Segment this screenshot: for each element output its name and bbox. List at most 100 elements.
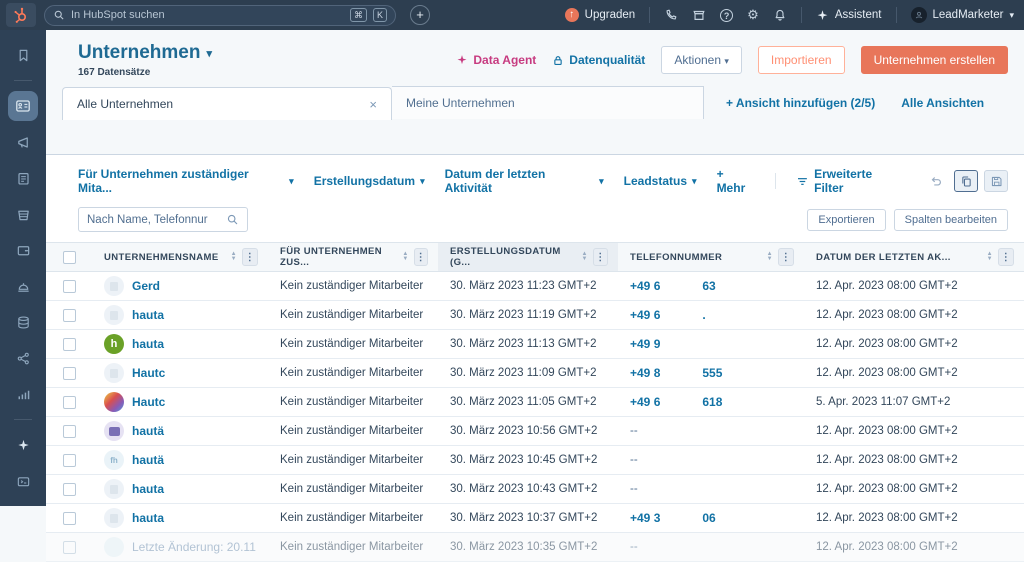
sort-icon[interactable]: ▲▼: [581, 252, 587, 262]
sidebar-item-service[interactable]: [8, 271, 38, 301]
filter-lead-status[interactable]: Leadstatus ▾: [624, 174, 697, 188]
sort-icon[interactable]: ▲▼: [402, 252, 408, 262]
filter-owner[interactable]: Für Unternehmen zuständiger Mita... ▾: [78, 167, 294, 195]
user-menu[interactable]: LeadMarketer ▾: [911, 7, 1015, 23]
phone-link[interactable]: +49 9: [630, 337, 660, 351]
column-menu-icon[interactable]: ⋮: [414, 248, 428, 266]
data-quality-button[interactable]: Datenqualität: [552, 53, 645, 67]
help-button[interactable]: ?: [720, 9, 733, 22]
row-checkbox[interactable]: [63, 483, 76, 496]
tab-meine-unternehmen[interactable]: Meine Unternehmen: [392, 86, 704, 119]
phone-link[interactable]: +49 6: [630, 308, 660, 322]
column-header-created[interactable]: ERSTELLUNGSDATUM (G... ▲▼ ⋮: [438, 243, 618, 271]
phone-link[interactable]: +49 8: [630, 366, 660, 380]
select-all-checkbox[interactable]: [63, 251, 76, 264]
row-checkbox[interactable]: [63, 338, 76, 351]
notifications-button[interactable]: [773, 8, 787, 22]
calling-button[interactable]: [664, 8, 678, 22]
data-agent-button[interactable]: Data Agent: [456, 53, 536, 67]
marketplace-button[interactable]: [692, 8, 706, 22]
save-view-button[interactable]: [984, 170, 1008, 192]
copy-view-button[interactable]: [954, 170, 978, 192]
column-header-name[interactable]: UNTERNEHMENSNAME ▲▼ ⋮: [92, 243, 268, 271]
column-menu-icon[interactable]: ⋮: [242, 248, 258, 266]
created-cell: 30. März 2023 11:19 GMT+2: [438, 309, 618, 321]
column-header-phone[interactable]: TELEFONNUMMER ▲▼ ⋮: [618, 243, 804, 271]
column-header-owner[interactable]: FÜR UNTERNEHMEN ZUS... ▲▼ ⋮: [268, 243, 438, 271]
phone-link[interactable]: 555: [702, 366, 722, 380]
close-icon[interactable]: ×: [369, 97, 377, 112]
global-search-input[interactable]: [71, 9, 344, 21]
company-name-link[interactable]: Gerd: [132, 279, 160, 293]
company-name-link[interactable]: Hautc: [132, 395, 165, 409]
quick-create-button[interactable]: +: [410, 5, 430, 25]
sidebar-item-automations[interactable]: [8, 235, 38, 265]
company-name-link[interactable]: hauta: [132, 482, 164, 496]
undo-button[interactable]: [924, 170, 948, 192]
sort-icon[interactable]: ▲▼: [767, 252, 773, 262]
sort-icon[interactable]: ▲▼: [987, 252, 993, 262]
table-search[interactable]: [78, 207, 248, 232]
company-name-link[interactable]: hautä: [132, 424, 164, 438]
filter-create-date[interactable]: Erstellungsdatum ▾: [314, 174, 425, 188]
edit-columns-button[interactable]: Spalten bearbeiten: [894, 209, 1008, 231]
caret-down-icon: ▾: [724, 56, 729, 66]
sidebar-item-workspace[interactable]: [8, 466, 38, 496]
company-name-link[interactable]: hauta: [132, 511, 164, 525]
row-checkbox[interactable]: [63, 280, 76, 293]
row-checkbox[interactable]: [63, 454, 76, 467]
all-views-link[interactable]: Alle Ansichten: [901, 96, 984, 110]
global-search[interactable]: ⌘ K: [44, 5, 396, 26]
sidebar-item-marketing[interactable]: [8, 127, 38, 157]
company-name-link[interactable]: Hautc: [132, 366, 165, 380]
sort-icon[interactable]: ▲▼: [231, 252, 237, 262]
column-header-last-activity[interactable]: DATUM DER LETZTEN AK... ▲▼ ⋮: [804, 243, 1024, 271]
column-menu-icon[interactable]: ⋮: [778, 248, 794, 266]
tab-alle-unternehmen[interactable]: Alle Unternehmen ×: [62, 87, 392, 120]
sidebar-item-integrations[interactable]: [8, 343, 38, 373]
row-checkbox[interactable]: [63, 367, 76, 380]
sidebar-item-crm[interactable]: [8, 91, 38, 121]
phone-link[interactable]: +49 3: [630, 511, 660, 525]
company-name-link[interactable]: hautä: [132, 453, 164, 467]
caret-down-icon: ▾: [1009, 10, 1014, 21]
table-search-input[interactable]: [87, 214, 226, 226]
phone-link[interactable]: 618: [702, 395, 722, 409]
column-menu-icon[interactable]: ⋮: [593, 248, 608, 266]
sidebar-item-commerce[interactable]: [8, 199, 38, 229]
row-checkbox[interactable]: [63, 425, 76, 438]
assistant-button[interactable]: Assistent: [816, 9, 882, 22]
company-name-link[interactable]: hauta: [132, 337, 164, 351]
row-checkbox[interactable]: [63, 396, 76, 409]
phone-link[interactable]: 63: [702, 279, 715, 293]
page-title[interactable]: Unternehmen ▾: [78, 42, 212, 64]
row-checkbox[interactable]: [63, 309, 76, 322]
column-menu-icon[interactable]: ⋮: [998, 248, 1014, 266]
row-checkbox[interactable]: [63, 512, 76, 525]
row-checkbox[interactable]: [63, 541, 76, 554]
filter-last-activity[interactable]: Datum der letzten Aktivität ▾: [445, 167, 604, 195]
sidebar-item-content[interactable]: [8, 163, 38, 193]
phone-link[interactable]: +49 6: [630, 395, 660, 409]
create-company-button[interactable]: Unternehmen erstellen: [861, 46, 1008, 74]
sidebar-item-data[interactable]: [8, 307, 38, 337]
actions-button[interactable]: Aktionen ▾: [661, 46, 742, 74]
phone-link[interactable]: +49 6: [630, 279, 660, 293]
phone-link[interactable]: .: [702, 308, 705, 322]
more-filters-button[interactable]: + Mehr: [717, 167, 756, 195]
phone-link[interactable]: 06: [702, 511, 715, 525]
hubspot-logo[interactable]: [6, 3, 36, 27]
company-name-link[interactable]: Letzte Änderung: 20.11: [132, 540, 256, 554]
add-view-link[interactable]: + Ansicht hinzufügen (2/5): [726, 96, 875, 110]
owner-cell: Kein zuständiger Mitarbeiter: [268, 425, 438, 437]
export-button[interactable]: Exportieren: [807, 209, 885, 231]
import-button[interactable]: Importieren: [758, 46, 845, 74]
sparkle-icon: [456, 54, 468, 66]
upgrade-button[interactable]: ↑ Upgraden: [565, 8, 636, 22]
sidebar-item-ai[interactable]: [8, 430, 38, 460]
sidebar-item-reporting[interactable]: [8, 379, 38, 409]
advanced-filters-button[interactable]: Erweiterte Filter: [796, 167, 904, 195]
settings-button[interactable]: ⚙: [747, 7, 759, 23]
sidebar-item-bookmarks[interactable]: [8, 40, 38, 70]
company-name-link[interactable]: hauta: [132, 308, 164, 322]
